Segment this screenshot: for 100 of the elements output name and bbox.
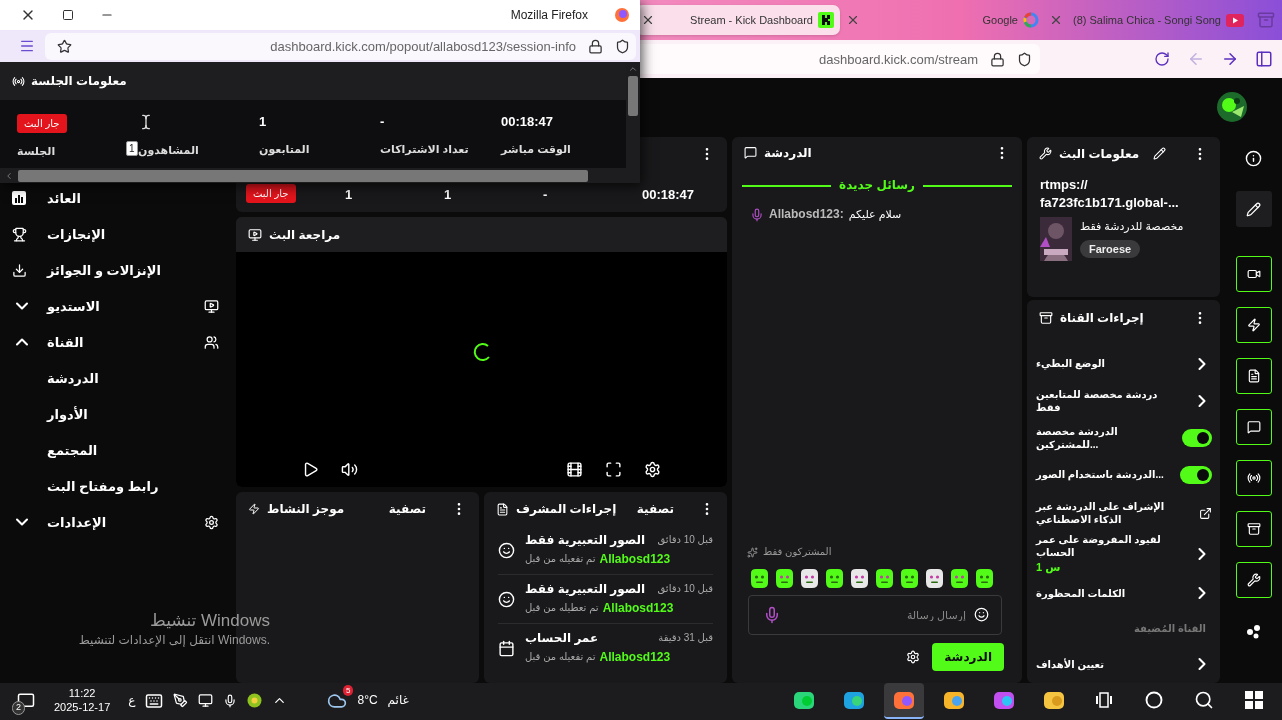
- menu-icon[interactable]: [19, 38, 35, 54]
- sidebar-icon[interactable]: [1255, 50, 1273, 68]
- sidebar-item[interactable]: الاستديو: [0, 288, 231, 324]
- info-icon: [1245, 149, 1262, 167]
- emote-icon[interactable]: [848, 566, 870, 589]
- document-icon: [496, 502, 509, 516]
- sidebar-item[interactable]: المجتمع: [0, 432, 231, 468]
- avatar[interactable]: [1217, 91, 1247, 122]
- reload-icon[interactable]: [1154, 51, 1170, 67]
- star-icon[interactable]: [57, 38, 72, 54]
- monitor-icon[interactable]: [198, 693, 214, 708]
- channel-action-row[interactable]: الإشراف على الدردشة عبر الذكاء الاصطناعي: [1027, 493, 1220, 533]
- toggle-switch[interactable]: [1182, 428, 1212, 447]
- browser-tab[interactable]: Google: [840, 5, 1045, 35]
- rail-button[interactable]: [1235, 511, 1272, 547]
- emote-icon[interactable]: [748, 566, 770, 589]
- sidebar-item[interactable]: الدردشة: [0, 360, 231, 396]
- sidebar-item[interactable]: القناة: [0, 324, 231, 360]
- url-field[interactable]: dashboard.kick.com/popout/allabosd123/session-info: [45, 32, 636, 60]
- emoji-icon[interactable]: [974, 607, 989, 623]
- rail-button[interactable]: [1235, 460, 1272, 496]
- tooltip: 1: [126, 141, 138, 156]
- channel-action-row[interactable]: الكلمات المحظورة: [1027, 574, 1220, 612]
- emote-icon[interactable]: [873, 566, 895, 589]
- chat-bubble-icon: [1246, 420, 1261, 434]
- scrollbar-thumb[interactable]: [628, 76, 638, 116]
- circle-icon: [1145, 690, 1163, 709]
- live-badge: جار البث: [246, 184, 296, 203]
- emote-icon[interactable]: [948, 566, 970, 589]
- sidebar-item[interactable]: الإعدادات: [0, 504, 231, 540]
- shield-icon[interactable]: [615, 38, 630, 54]
- chat-username[interactable]: Allabosd123:: [769, 207, 844, 222]
- toggle-switch[interactable]: [1180, 465, 1212, 484]
- sidebar-item[interactable]: الأدوار: [0, 396, 231, 432]
- edit-button[interactable]: [1235, 191, 1272, 227]
- shield-icon[interactable]: [1017, 51, 1032, 67]
- bar-chart-icon: [12, 191, 26, 205]
- clock[interactable]: 11:22 2025-12-17: [46, 686, 119, 715]
- task-view-icon: [1095, 690, 1113, 709]
- rail-button[interactable]: [1235, 358, 1272, 394]
- emote-icon[interactable]: [923, 566, 945, 589]
- wrench-icon: [1246, 573, 1261, 587]
- weather-condition[interactable]: غائم: [387, 693, 409, 708]
- rail-button[interactable]: [1235, 409, 1272, 445]
- stat-label: الوقت مباشر: [501, 143, 571, 156]
- sidebar-item[interactable]: الإنجازات: [0, 216, 231, 252]
- emote-icon[interactable]: [798, 566, 820, 589]
- play-logo-icon: [1226, 13, 1244, 27]
- pencil-icon: [1246, 201, 1261, 217]
- microphone-icon[interactable]: [223, 693, 238, 708]
- volume-icon[interactable]: [341, 460, 358, 478]
- server-url: rtmps:// fa723fc1b171.global-...: [1040, 176, 1180, 212]
- forward-icon[interactable]: [1221, 50, 1239, 68]
- browser-logo-icon: [614, 7, 630, 23]
- message-input[interactable]: إرسال رسالة: [789, 608, 966, 621]
- emote-icon[interactable]: [973, 566, 995, 589]
- channel-action-row[interactable]: لقيود المفروضة على عمر الحساب 1 س: [1027, 533, 1220, 575]
- action-label: الدردشة باستخدام الصور...: [1036, 468, 1164, 481]
- action-detail: تم تعطيله من قبل: [525, 602, 599, 615]
- chat-send-button[interactable]: الدردشة: [932, 642, 1004, 671]
- sidebar-item[interactable]: رابط ومفتاح البث: [0, 468, 231, 504]
- channel-action-row[interactable]: تعيين الأهداف: [1027, 645, 1220, 683]
- emote-icon[interactable]: [773, 566, 795, 589]
- language-indicator[interactable]: ع: [128, 693, 136, 708]
- status-circle-icon[interactable]: [247, 693, 263, 708]
- vertical-scrollbar[interactable]: [626, 62, 640, 183]
- maximize-icon[interactable]: [62, 9, 74, 21]
- emote-icon[interactable]: [898, 566, 920, 589]
- channel-action-row[interactable]: دردشة مخصصة للمتابعين فقط: [1027, 382, 1220, 419]
- stat-value: 1: [345, 187, 353, 202]
- action-title: عمر الحساب: [525, 631, 599, 646]
- channel-action-row[interactable]: الوضع البطيء: [1027, 345, 1220, 382]
- rail-button[interactable]: [1235, 562, 1272, 598]
- loading-spinner-icon: [471, 341, 492, 362]
- panel-title: إجراءات القناة: [1060, 310, 1144, 325]
- scrollbar-thumb[interactable]: [18, 169, 588, 182]
- horizontal-scrollbar[interactable]: [0, 168, 626, 183]
- action-label: لقيود المفروضة على عمر الحساب: [1036, 533, 1162, 559]
- rail-button[interactable]: [1235, 307, 1272, 343]
- activation-text: انتقل إلى الإعدادات لتنشيط Windows.: [78, 633, 270, 649]
- channel-action-row[interactable]: الدردشة مخصصة للمشتركين...: [1027, 419, 1220, 456]
- keyboard-icon[interactable]: [145, 691, 164, 710]
- play-icon[interactable]: [302, 460, 319, 478]
- channel-action-row[interactable]: الدردشة باستخدام الصور...: [1027, 456, 1220, 493]
- fullscreen-icon[interactable]: [605, 460, 622, 478]
- filter-button[interactable]: تصفية: [636, 502, 674, 516]
- sidebar-item[interactable]: الإنزالات و الجوائز: [0, 252, 231, 288]
- filter-button[interactable]: تصفية: [388, 502, 426, 516]
- action-label: الإشراف على الدردشة عبر الذكاء الاصطناعي: [1036, 500, 1166, 526]
- pen-icon[interactable]: [173, 693, 189, 708]
- rail-button[interactable]: [1235, 256, 1272, 292]
- settings-icon[interactable]: [644, 460, 661, 478]
- sidebar-item[interactable]: العائد: [0, 180, 231, 216]
- taskbar-app[interactable]: [884, 682, 924, 719]
- temperature[interactable]: 8°C: [357, 693, 378, 708]
- close-icon[interactable]: [641, 13, 655, 27]
- settings-icon[interactable]: [906, 649, 921, 664]
- edit-icon[interactable]: [1153, 147, 1167, 160]
- emote-icon[interactable]: [823, 566, 845, 589]
- clip-icon[interactable]: [566, 460, 583, 478]
